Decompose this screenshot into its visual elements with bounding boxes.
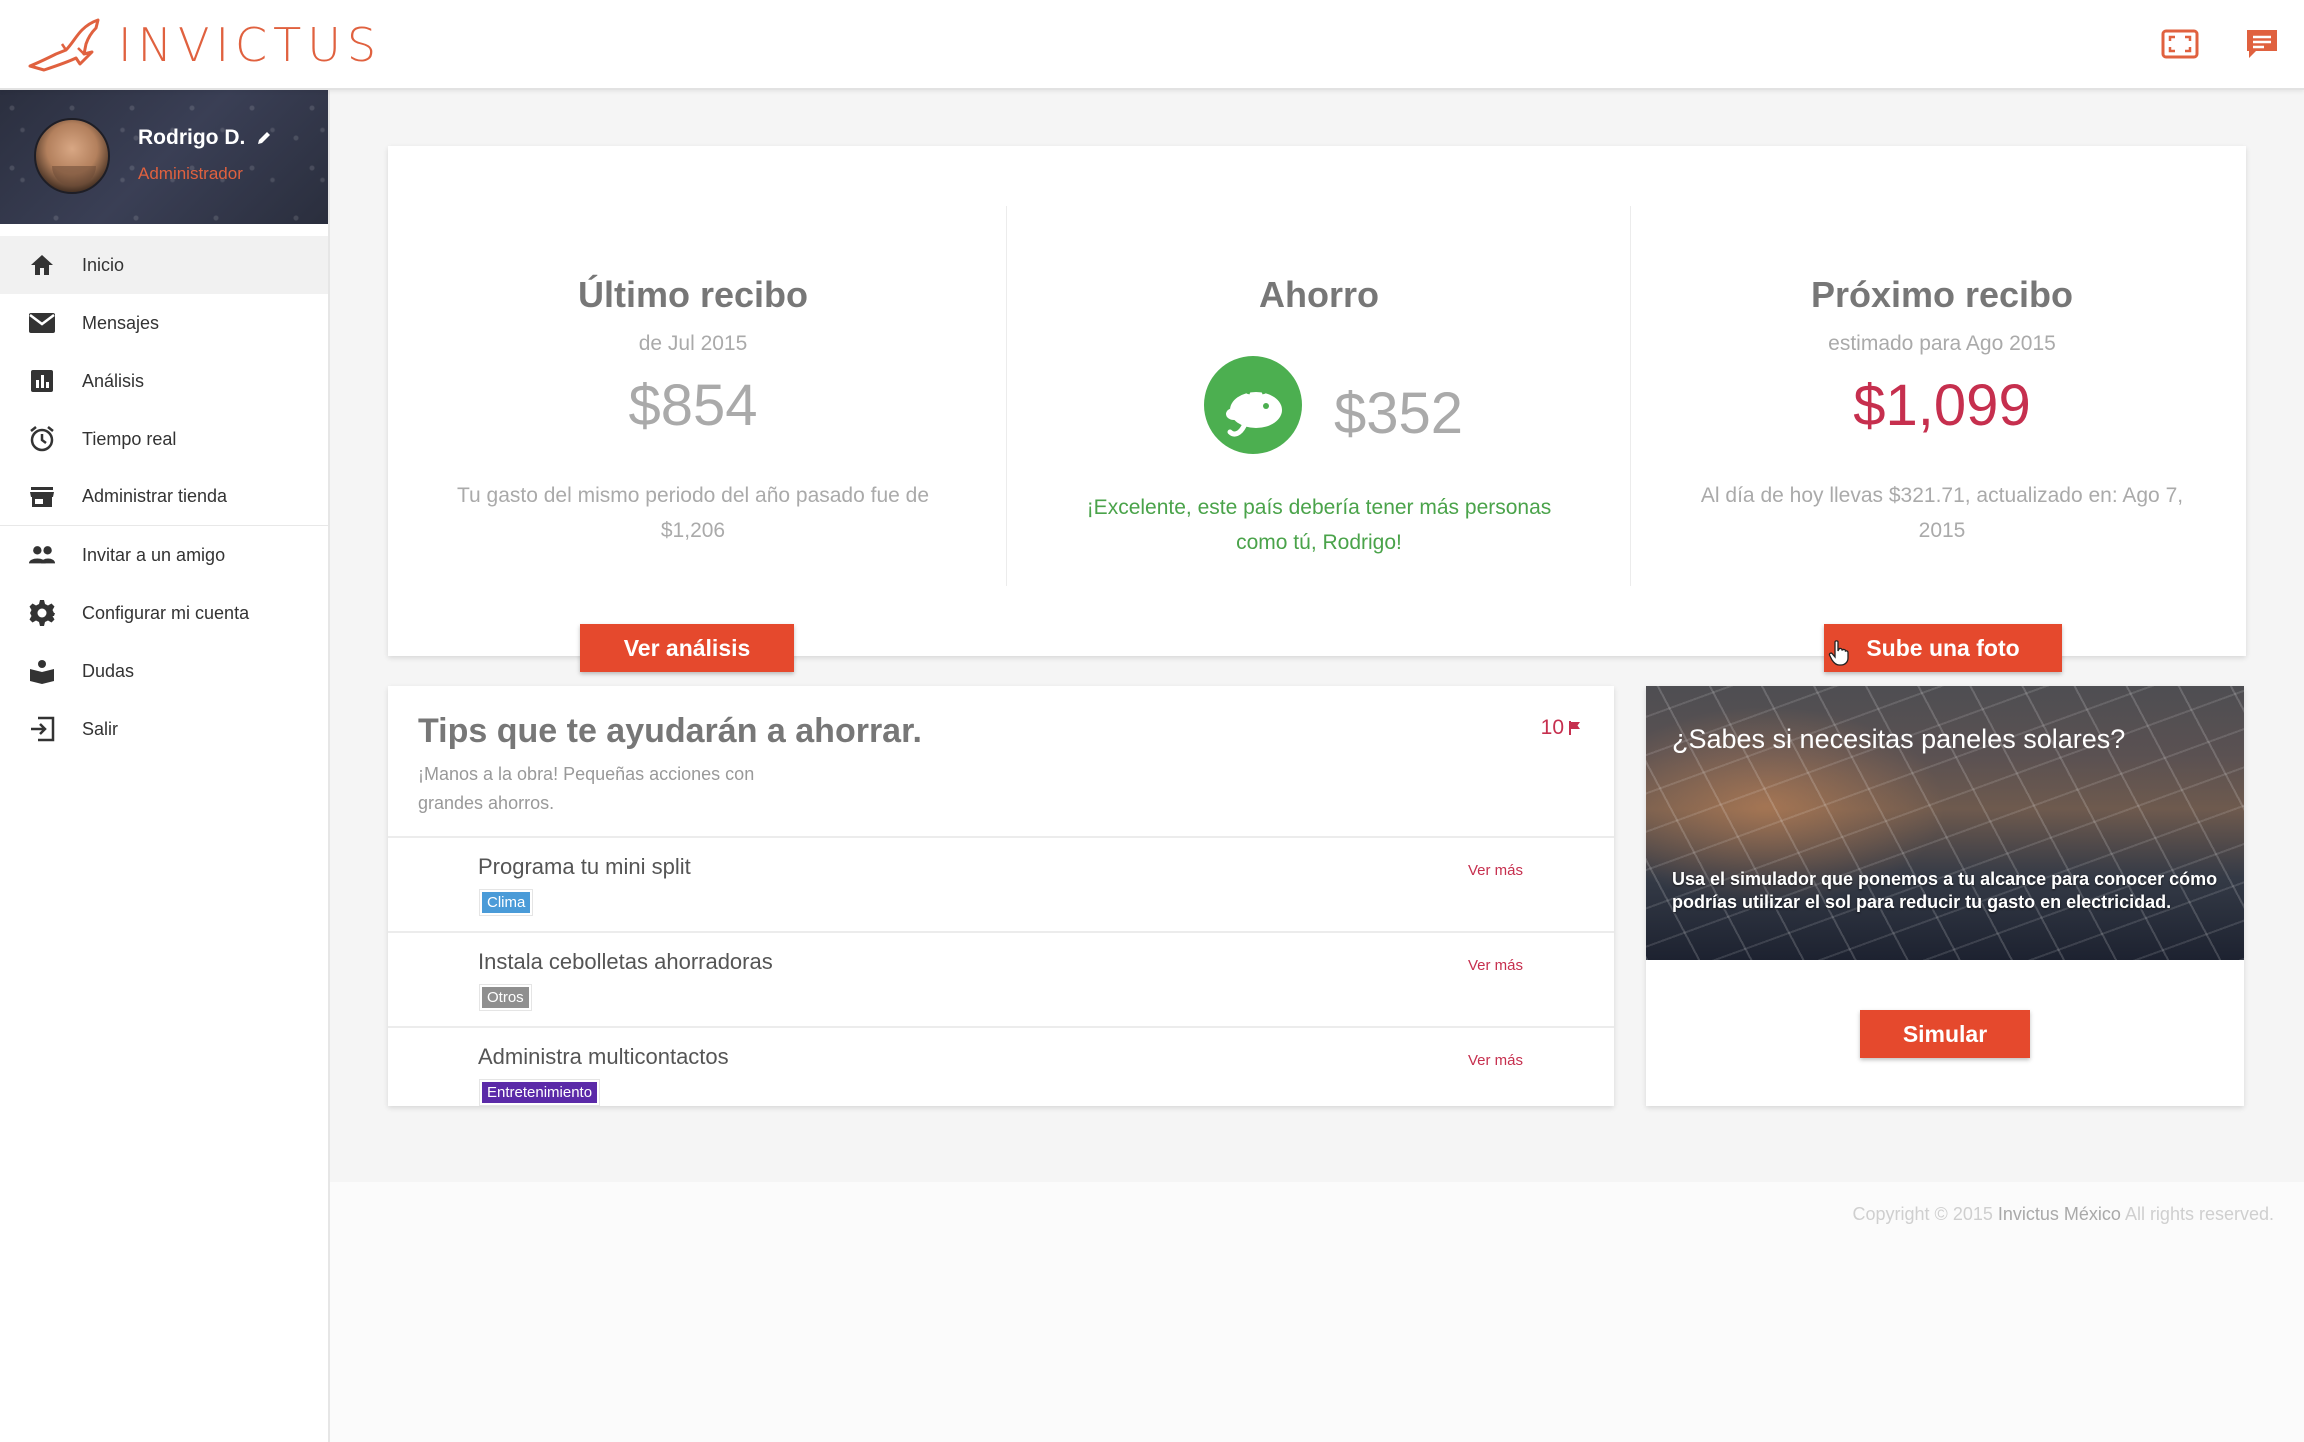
tips-title: Tips que te ayudarán a ahorrar. xyxy=(418,712,922,750)
next-bill-title: Próximo recibo xyxy=(1810,274,2074,315)
chart-icon xyxy=(28,367,56,395)
sidebar-item-label: Inicio xyxy=(82,254,125,275)
copyright-prefix: Copyright © 2015 xyxy=(1852,1204,1993,1224)
solar-panels-image: ¿Sabes si necesitas paneles solares? Usa… xyxy=(1646,686,2244,960)
ver-mas-link[interactable]: Ver más xyxy=(1468,957,1523,974)
flag-icon xyxy=(1569,721,1580,735)
company-link[interactable]: Invictus México xyxy=(1998,1204,2121,1224)
solar-panels-card: ¿Sabes si necesitas paneles solares? Usa… xyxy=(1646,686,2244,1106)
savings-message: ¡Excelente, este país debería tener más … xyxy=(1086,496,1552,554)
sidebar-item-label: Dudas xyxy=(82,660,135,681)
logo-text: INVICTUS xyxy=(118,18,383,72)
tip-title: Administra multicontactos xyxy=(478,1044,729,1069)
solar-title: ¿Sabes si necesitas paneles solares? xyxy=(1672,724,2126,754)
gear-icon xyxy=(28,599,56,627)
tip-category-badge: Entretenimiento xyxy=(478,1079,601,1106)
logo[interactable]: INVICTUS xyxy=(26,10,382,80)
sidebar: Rodrigo D. Administrador Inicio Mensajes… xyxy=(0,90,330,1442)
sidebar-item-mensajes[interactable]: Mensajes xyxy=(0,294,328,352)
profile-panel: Rodrigo D. Administrador xyxy=(0,90,328,224)
people-icon xyxy=(28,541,56,569)
sidebar-item-administrar-tienda[interactable]: Administrar tienda xyxy=(0,468,328,526)
tips-count-value: 10 xyxy=(1540,716,1564,739)
sidebar-item-label: Mensajes xyxy=(82,312,160,333)
last-bill-period: de Jul 2015 xyxy=(638,332,748,355)
chat-icon[interactable] xyxy=(2242,26,2282,62)
sube-una-foto-button[interactable]: Sube una foto xyxy=(1824,624,2062,672)
tip-row[interactable]: Instala cebolletas ahorradoras Otros Ver… xyxy=(388,931,1614,1026)
logo-icon xyxy=(28,18,100,72)
book-icon xyxy=(28,657,56,685)
sidebar-item-invitar[interactable]: Invitar a un amigo xyxy=(0,526,328,584)
top-bar: INVICTUS xyxy=(0,0,2304,90)
tip-title: Programa tu mini split xyxy=(478,854,691,879)
clock-icon xyxy=(28,425,56,453)
sidebar-item-label: Administrar tienda xyxy=(82,486,228,506)
cursor-hand-icon xyxy=(1828,640,1849,666)
tip-row[interactable]: Programa tu mini split Clima Ver más xyxy=(388,836,1614,931)
sidebar-item-label: Análisis xyxy=(82,370,145,391)
profile-name: Rodrigo D. xyxy=(138,126,246,149)
sidebar-item-tiempo-real[interactable]: Tiempo real xyxy=(0,410,328,468)
ver-analisis-button[interactable]: Ver análisis xyxy=(580,624,794,672)
ver-mas-link[interactable]: Ver más xyxy=(1468,1052,1523,1069)
next-bill-amount: $1,099 xyxy=(1853,373,2031,438)
sidebar-item-analisis[interactable]: Análisis xyxy=(0,352,328,410)
solar-description: Usa el simulador que ponemos a tu alcanc… xyxy=(1672,869,2218,912)
last-bill-amount: $854 xyxy=(628,373,758,438)
savings-panel: Ahorro $352 ¡Excelente, este país deberí… xyxy=(1014,146,1624,656)
copyright-suffix: All rights reserved. xyxy=(2124,1204,2274,1224)
tip-category-badge: Clima xyxy=(478,889,534,916)
tip-category-badge: Otros xyxy=(479,984,532,1011)
profile-role: Administrador xyxy=(138,164,243,183)
tip-row[interactable]: Administra multicontactos Entretenimient… xyxy=(388,1026,1614,1106)
store-icon xyxy=(28,483,56,511)
savings-title: Ahorro xyxy=(1259,274,1379,315)
edit-pencil-icon[interactable] xyxy=(255,129,273,147)
next-bill-estimate: estimado para Ago 2015 xyxy=(1828,332,2056,355)
last-bill-panel: Último recibo de Jul 2015 $854 Tu gasto … xyxy=(388,146,998,672)
next-bill-progress: Al día de hoy llevas $321.71, actualizad… xyxy=(1700,484,2184,542)
sidebar-item-label: Configurar mi cuenta xyxy=(82,602,250,623)
next-bill-panel: Próximo recibo estimado para Ago 2015 $1… xyxy=(1638,146,2246,672)
copyright: Copyright © 2015 Invictus México All rig… xyxy=(1853,1204,2274,1225)
piggy-bank-icon xyxy=(1204,356,1302,454)
column-divider xyxy=(1006,206,1007,586)
sidebar-nav: Inicio Mensajes Análisis Tiempo real Adm… xyxy=(0,224,328,758)
sidebar-item-label: Salir xyxy=(82,718,119,739)
savings-amount: $352 xyxy=(1334,381,1464,446)
avatar[interactable] xyxy=(34,118,110,194)
sidebar-item-label: Invitar a un amigo xyxy=(82,544,226,565)
tips-subtitle: ¡Manos a la obra! Pequeñas acciones con … xyxy=(418,764,755,813)
last-bill-title: Último recibo xyxy=(577,274,809,315)
exit-icon xyxy=(28,715,56,743)
ver-mas-link[interactable]: Ver más xyxy=(1468,862,1523,879)
main-content: Último recibo de Jul 2015 $854 Tu gasto … xyxy=(330,92,2304,1442)
sidebar-item-salir[interactable]: Salir xyxy=(0,700,328,758)
sidebar-item-configurar[interactable]: Configurar mi cuenta xyxy=(0,584,328,642)
home-icon xyxy=(28,251,56,279)
fullscreen-icon[interactable] xyxy=(2160,26,2200,62)
column-divider xyxy=(1630,206,1631,586)
sidebar-item-label: Tiempo real xyxy=(82,428,177,449)
tip-title: Instala cebolletas ahorradoras xyxy=(478,949,773,974)
sidebar-item-inicio[interactable]: Inicio xyxy=(0,236,328,294)
tips-card: Tips que te ayudarán a ahorrar. ¡Manos a… xyxy=(388,686,1614,1106)
mail-icon xyxy=(28,309,56,337)
tips-count[interactable]: 10 xyxy=(1541,716,1582,740)
profile-name-row: Rodrigo D. xyxy=(138,126,273,150)
summary-card: Último recibo de Jul 2015 $854 Tu gasto … xyxy=(388,146,2246,672)
sidebar-item-dudas[interactable]: Dudas xyxy=(0,642,328,700)
simular-button[interactable]: Simular xyxy=(1860,1010,2030,1058)
last-bill-comparison: Tu gasto del mismo periodo del año pasad… xyxy=(456,484,930,542)
